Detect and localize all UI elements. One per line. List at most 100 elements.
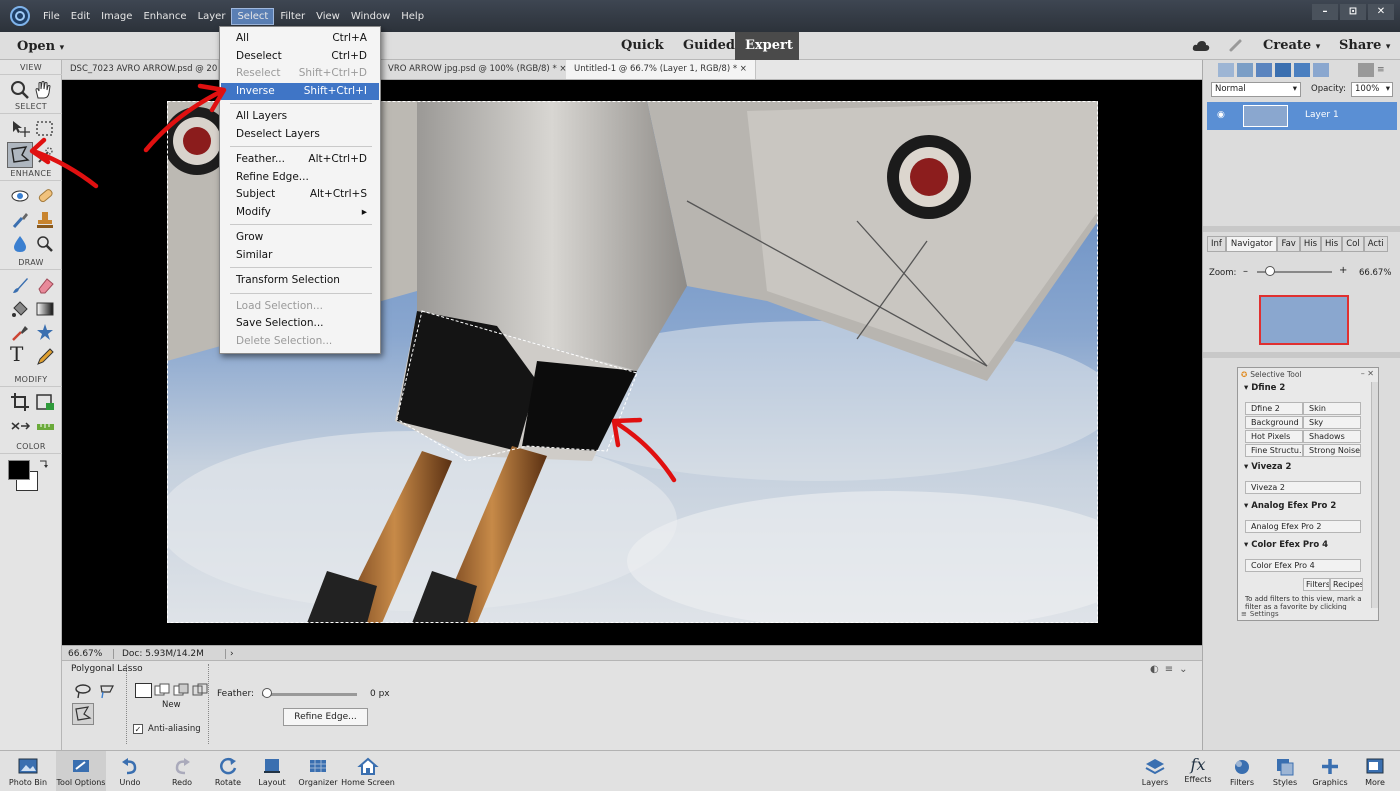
anti-aliasing-option[interactable]: ✓ Anti-aliasing xyxy=(133,724,201,734)
layout-button[interactable]: Layout xyxy=(253,751,291,791)
menu-window[interactable]: Window xyxy=(346,9,395,24)
new-group-icon[interactable] xyxy=(1237,63,1253,77)
recompose-tool-icon[interactable] xyxy=(34,391,56,413)
lasso-icon[interactable] xyxy=(74,683,92,699)
photo-bin-button[interactable]: Photo Bin xyxy=(0,751,56,791)
options-menu-icon[interactable]: ≡ xyxy=(1165,664,1173,675)
menu-edit[interactable]: Edit xyxy=(66,9,95,24)
close-button[interactable]: ✕ xyxy=(1368,4,1394,20)
opacity-input[interactable]: 100% ▾ xyxy=(1351,82,1393,97)
layers-menu-icon[interactable]: ≡ xyxy=(1377,65,1385,75)
doc-tab-1[interactable]: DSC_7023 AVRO ARROW.psd @ 20.4 xyxy=(62,60,219,79)
minimize-button[interactable]: – xyxy=(1312,4,1338,20)
strong-noise-button[interactable]: Strong Noise xyxy=(1303,444,1361,457)
skin-button[interactable]: Skin xyxy=(1303,402,1361,415)
hand-tool-icon[interactable] xyxy=(32,79,54,101)
shadows-button[interactable]: Shadows xyxy=(1303,430,1361,443)
share-button[interactable]: Share ▾ xyxy=(1339,38,1390,53)
menu-item-modify[interactable]: Modify ▸ xyxy=(221,204,379,221)
adjustment-layer-icon[interactable] xyxy=(1256,63,1272,77)
menu-image[interactable]: Image xyxy=(96,9,137,24)
menu-select[interactable]: Select xyxy=(231,7,275,25)
magnetic-lasso-icon[interactable] xyxy=(98,683,116,699)
type-tool-icon[interactable]: T xyxy=(10,343,23,365)
menu-item-save-selection[interactable]: Save Selection... xyxy=(221,315,379,332)
blur-tool-icon[interactable] xyxy=(9,233,31,255)
recipes-tab[interactable]: Recipes xyxy=(1330,578,1363,591)
sky-button[interactable]: Sky xyxy=(1303,416,1361,429)
red-eye-tool-icon[interactable] xyxy=(9,185,31,207)
menu-item-deselect-layers[interactable]: Deselect Layers xyxy=(221,126,379,143)
filters-panel-button[interactable]: Filters xyxy=(1225,751,1259,791)
tool-options-button[interactable]: Tool Options xyxy=(56,751,106,791)
mode-subtract-icon[interactable] xyxy=(173,683,190,698)
clone-stamp-tool-icon[interactable] xyxy=(34,209,56,231)
delete-layer-icon[interactable] xyxy=(1358,63,1374,77)
mode-quick[interactable]: Quick xyxy=(611,32,674,60)
new-layer-icon[interactable] xyxy=(1218,63,1234,77)
sponge-tool-icon[interactable] xyxy=(34,233,56,255)
menu-item-feather[interactable]: Feather... Alt+Ctrl+D xyxy=(221,151,379,168)
foreground-color-swatch[interactable] xyxy=(8,460,30,480)
menu-item-all[interactable]: All Ctrl+A xyxy=(221,30,379,47)
menu-item-transform-selection[interactable]: Transform Selection xyxy=(221,272,379,289)
menu-item-similar[interactable]: Similar xyxy=(221,247,379,264)
viveza-header[interactable]: ▾ Viveza 2 xyxy=(1244,462,1291,472)
mode-new-selection[interactable] xyxy=(135,683,152,698)
doc-tab-2[interactable]: VRO ARROW jpg.psd @ 100% (RGB/8) * × xyxy=(380,60,576,79)
content-aware-move-icon[interactable] xyxy=(9,415,31,437)
doc-tab-3[interactable]: Untitled-1 @ 66.7% (Layer 1, RGB/8) * × xyxy=(566,60,756,79)
eraser-tool-icon[interactable] xyxy=(34,274,56,296)
mode-expert[interactable]: Expert xyxy=(735,32,799,60)
filters-tab[interactable]: Filters xyxy=(1303,578,1330,591)
menu-item-subject[interactable]: Subject Alt+Ctrl+S xyxy=(221,186,379,203)
tab-color[interactable]: Col xyxy=(1342,236,1364,252)
zoom-out-button[interactable]: – xyxy=(1243,266,1248,277)
lock-transparency-icon[interactable] xyxy=(1313,63,1329,77)
analog-efex-header[interactable]: ▾ Analog Efex Pro 2 xyxy=(1244,501,1336,511)
fine-structure-button[interactable]: Fine Structu... xyxy=(1245,444,1303,457)
eyedropper-tool-icon[interactable] xyxy=(9,322,31,344)
selective-tool-scrollbar[interactable] xyxy=(1371,382,1378,608)
move-tool-icon[interactable] xyxy=(9,118,31,140)
undo-button[interactable]: Undo xyxy=(112,751,148,791)
help-icon[interactable]: ◐ xyxy=(1150,664,1159,675)
more-panel-button[interactable]: More xyxy=(1358,751,1392,791)
redo-button[interactable]: Redo xyxy=(164,751,200,791)
mode-intersect-icon[interactable] xyxy=(192,683,209,698)
hot-pixels-button[interactable]: Hot Pixels xyxy=(1245,430,1303,443)
navigator-preview[interactable] xyxy=(1259,295,1349,345)
settings-row[interactable]: ≡ Settings xyxy=(1241,610,1279,618)
tab-histogram[interactable]: His xyxy=(1321,236,1343,252)
cloud-icon[interactable] xyxy=(1192,39,1210,53)
viveza-button[interactable]: Viveza 2 xyxy=(1245,481,1361,494)
menu-item-grow[interactable]: Grow xyxy=(221,229,379,246)
create-button[interactable]: Create ▾ xyxy=(1263,38,1320,53)
menu-file[interactable]: File xyxy=(38,9,65,24)
effects-panel-button[interactable]: fx Effects xyxy=(1181,751,1215,791)
background-button[interactable]: Background xyxy=(1245,416,1303,429)
feather-slider[interactable] xyxy=(262,693,357,696)
selective-tool-close[interactable]: – ✕ xyxy=(1361,369,1374,378)
polygonal-lasso-tool-selected[interactable] xyxy=(7,142,33,168)
zoom-in-button[interactable]: + xyxy=(1339,265,1347,276)
menu-view[interactable]: View xyxy=(311,9,345,24)
menu-layer[interactable]: Layer xyxy=(193,9,231,24)
styles-panel-button[interactable]: Styles xyxy=(1268,751,1302,791)
blend-mode-select[interactable]: Normal ▾ xyxy=(1211,82,1301,97)
spot-healing-tool-icon[interactable] xyxy=(34,185,56,207)
organizer-button[interactable]: Organizer xyxy=(296,751,340,791)
open-button[interactable]: Open ▾ xyxy=(17,39,64,54)
color-efex-button[interactable]: Color Efex Pro 4 xyxy=(1245,559,1361,572)
feather-slider-handle[interactable] xyxy=(262,688,272,698)
layers-panel-button[interactable]: Layers xyxy=(1138,751,1172,791)
anti-aliasing-checkbox[interactable]: ✓ xyxy=(133,724,143,734)
layer-row[interactable]: ◉ Layer 1 xyxy=(1207,102,1397,130)
menu-filter[interactable]: Filter xyxy=(275,9,310,24)
marquee-tool-icon[interactable] xyxy=(34,118,56,140)
straighten-tool-icon[interactable] xyxy=(34,415,56,437)
zoom-slider-handle[interactable] xyxy=(1265,266,1275,276)
brush-tool-icon[interactable] xyxy=(9,274,31,296)
quick-selection-tool-icon[interactable] xyxy=(34,144,56,166)
zoom-readout[interactable]: 66.67% xyxy=(62,648,114,659)
